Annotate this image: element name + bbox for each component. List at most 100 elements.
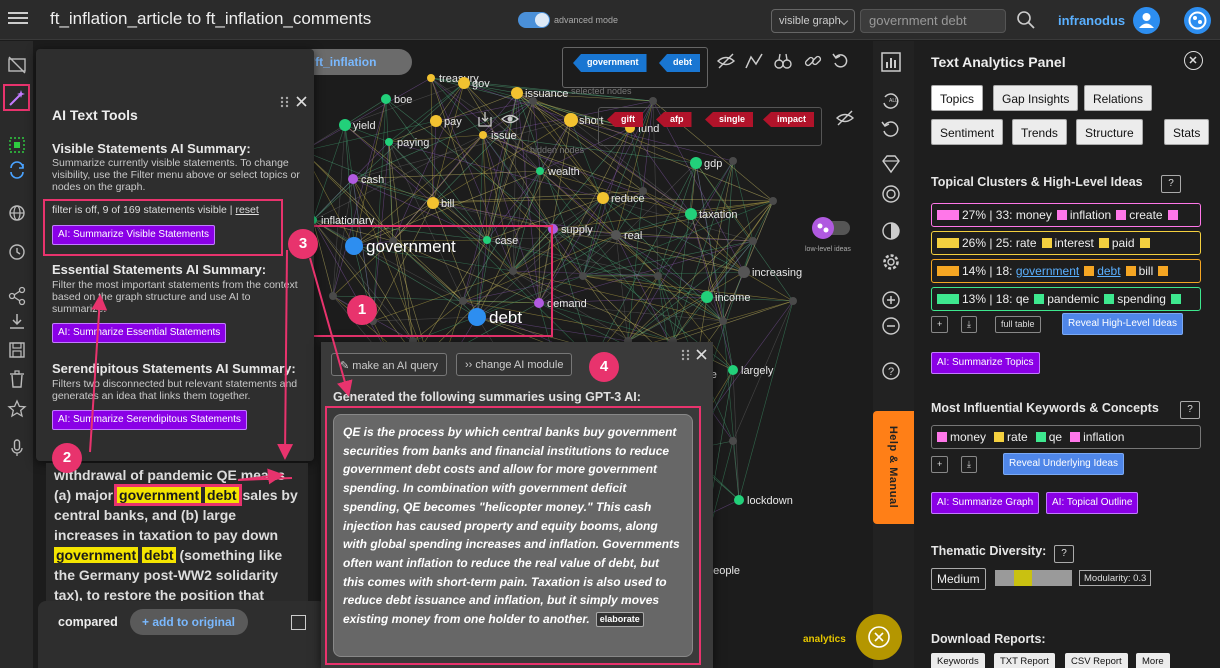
cluster-keyword[interactable]: interest [1055, 236, 1094, 250]
app-logo-icon[interactable] [1184, 7, 1211, 34]
graph-node-label[interactable]: cash [361, 174, 384, 186]
drag-handle-icon[interactable] [681, 349, 691, 361]
make-ai-query-button[interactable]: ✎ make an AI query [331, 353, 447, 376]
cluster-keyword[interactable]: create [1129, 208, 1162, 222]
selected-node-chip[interactable]: government [573, 54, 647, 72]
cluster-row[interactable]: 27% | 33: money inflation create [931, 203, 1201, 227]
graph-node-label[interactable]: taxation [699, 209, 738, 221]
tab-stats[interactable]: Stats [1164, 119, 1210, 145]
tab-trends[interactable]: Trends [1012, 119, 1067, 145]
help-manual-tab[interactable]: Help & Manual [873, 411, 914, 524]
graph-node-treasury[interactable] [427, 74, 435, 82]
save-icon[interactable] [3, 336, 30, 363]
add-icon[interactable]: + [931, 316, 949, 333]
graph-node[interactable] [654, 272, 662, 280]
search-input[interactable]: government debt [860, 9, 1006, 33]
reveal-high-level-ideas-button[interactable]: Reveal High-Level Ideas [1062, 313, 1183, 335]
add-to-original-button[interactable]: + add to original [130, 609, 248, 635]
graph-node-label[interactable]: gdp [704, 158, 722, 170]
microphone-icon[interactable] [3, 434, 30, 461]
graph-node-pay[interactable] [430, 115, 442, 127]
undo-icon[interactable] [831, 51, 851, 71]
graph-node-largely[interactable] [728, 365, 738, 375]
keyword-highlight[interactable]: debt [142, 547, 176, 563]
influential-keyword[interactable]: qe [1049, 430, 1062, 444]
elaborate-button[interactable]: elaborate [595, 612, 644, 628]
graph-node-label[interactable]: lockdown [747, 495, 793, 507]
graph-node-label[interactable]: issue [491, 130, 517, 142]
summarize-topics-button[interactable]: AI: Summarize Topics [931, 352, 1040, 374]
graph-node-cash[interactable] [348, 174, 358, 184]
cluster-keyword[interactable]: bill [1139, 264, 1154, 278]
summarize-serendipitous-button[interactable]: AI: Summarize Serendipitous Statements [52, 410, 247, 430]
csv-report-button[interactable]: CSV Report [1065, 653, 1128, 668]
graph-node-real[interactable] [611, 230, 621, 240]
contrast-icon[interactable] [880, 220, 902, 242]
path-icon[interactable] [744, 51, 764, 71]
help-icon[interactable]: ? [1180, 401, 1200, 419]
statement-text[interactable]: withdrawal of pandemic QE means (a) majo… [46, 463, 308, 605]
analytics-close-button[interactable] [856, 614, 902, 660]
graph-node[interactable] [769, 197, 777, 205]
graph-node[interactable] [789, 297, 797, 305]
cluster-row[interactable]: 13% | 18: qe pandemic spending [931, 287, 1201, 311]
help-icon[interactable]: ? [1054, 545, 1074, 563]
graph-node[interactable] [719, 317, 727, 325]
graph-node-label[interactable]: real [624, 230, 642, 242]
zoom-out-icon[interactable] [880, 315, 902, 337]
graph-node[interactable] [749, 237, 757, 245]
graph-node-wealth[interactable] [536, 167, 544, 175]
gear-icon[interactable] [880, 251, 902, 273]
topical-outline-button[interactable]: AI: Topical Outline [1046, 492, 1139, 514]
zoom-in-icon[interactable] [880, 289, 902, 311]
hide-panels-icon[interactable] [3, 51, 30, 78]
close-icon[interactable] [296, 96, 307, 107]
help-icon[interactable]: ? [1161, 175, 1181, 193]
hidden-node-chip[interactable]: afp [656, 112, 692, 127]
cluster-row[interactable]: 14% | 18: government debt bill [931, 259, 1201, 283]
reveal-underlying-ideas-button[interactable]: Reveal Underlying Ideas [1003, 453, 1124, 475]
tab-structure[interactable]: Structure [1076, 119, 1143, 145]
influential-keyword[interactable]: rate [1007, 430, 1028, 444]
full-table-button[interactable]: full table [995, 316, 1041, 333]
bar-chart-icon[interactable] [880, 51, 902, 73]
link-icon[interactable] [803, 51, 823, 71]
graph-node[interactable] [729, 157, 737, 165]
summarize-essential-button[interactable]: AI: Summarize Essential Statements [52, 323, 227, 343]
target-icon[interactable] [880, 183, 902, 205]
selected-node-chip[interactable]: debt [659, 54, 700, 72]
cluster-keyword[interactable]: money [1016, 208, 1052, 222]
hidden-node-chip[interactable]: impact [763, 112, 815, 127]
graph-node-bill[interactable] [427, 197, 439, 209]
hide-eye-icon[interactable] [716, 51, 736, 71]
graph-node-label[interactable]: boe [394, 94, 412, 106]
download-icon[interactable]: ⤓ [961, 456, 977, 473]
drag-handle-icon[interactable] [280, 96, 290, 108]
brand-logo-text[interactable]: infranodus [1058, 13, 1125, 28]
graph-node-issue[interactable] [479, 131, 487, 139]
graph-node-label[interactable]: increasing [752, 267, 802, 279]
cluster-keyword[interactable]: paid [1112, 236, 1135, 250]
keywords-report-button[interactable]: Keywords [931, 653, 985, 668]
graph-node[interactable] [579, 272, 587, 280]
close-panel-button[interactable] [1184, 51, 1203, 70]
select-checkbox[interactable] [291, 615, 306, 630]
graph-node-boe[interactable] [381, 94, 391, 104]
graph-node-taxation[interactable] [685, 208, 697, 220]
tab-topics[interactable]: Topics [931, 85, 984, 111]
cluster-keyword[interactable]: inflation [1070, 208, 1111, 222]
cluster-keyword[interactable]: spending [1117, 292, 1166, 306]
graph-node[interactable] [649, 97, 657, 105]
hidden-node-chip[interactable]: gift [607, 112, 643, 127]
graph-node-lockdown[interactable] [734, 495, 744, 505]
diversity-value[interactable]: Medium [931, 568, 986, 590]
user-avatar[interactable] [1133, 7, 1160, 34]
add-icon[interactable]: + [931, 456, 949, 473]
hidden-node-chip[interactable]: single [705, 112, 754, 127]
close-icon[interactable] [696, 349, 707, 360]
influential-keyword[interactable]: money [950, 430, 986, 444]
graph-node-reduce[interactable] [597, 192, 609, 204]
graph-node-paying[interactable] [385, 138, 393, 146]
graph-node-gdp[interactable] [690, 157, 702, 169]
graph-node-income[interactable] [701, 291, 713, 303]
